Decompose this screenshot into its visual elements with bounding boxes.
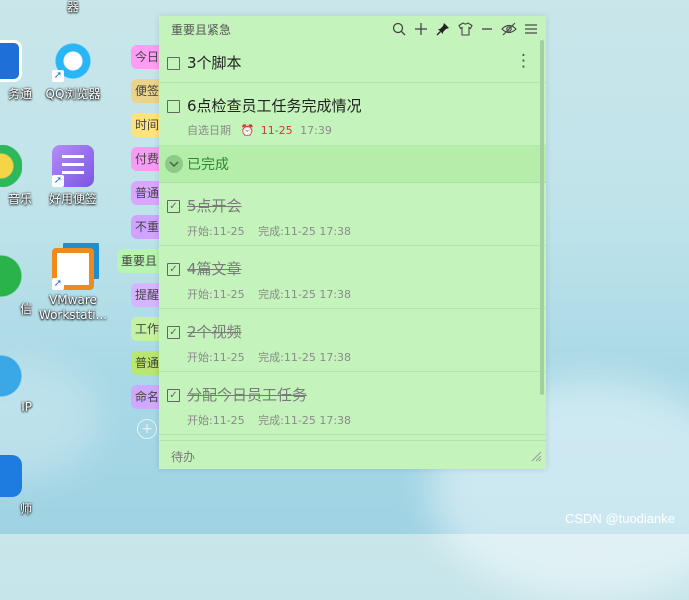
tab-label: 时间	[135, 118, 160, 132]
master-logo-icon	[0, 455, 22, 497]
qq-browser-logo-icon: ➚	[52, 40, 94, 82]
chevron-down-icon[interactable]	[165, 155, 183, 173]
done-item[interactable]: ✓ 分配今日员工任务 开始:11-25 完成:11-25 17:38	[159, 372, 546, 435]
partial-app-icon[interactable]: 务通	[0, 40, 32, 102]
tab-label: 不重	[135, 220, 160, 234]
done-title: 4篇文章	[187, 260, 242, 278]
desktop-icon-label: QQ浏览器	[45, 87, 101, 101]
ip-logo-icon	[0, 355, 22, 397]
alarm-time: 17:39	[300, 124, 332, 137]
desktop-icon-label: 信	[19, 302, 32, 316]
note-footer-label: 待办	[171, 450, 196, 464]
tab-label: 提醒	[135, 288, 160, 302]
done-meta: 开始:11-25 完成:11-25 17:38	[187, 412, 546, 428]
finish-date: 完成:11-25 17:38	[258, 414, 352, 427]
done-checkbox[interactable]: ✓	[167, 263, 180, 276]
custom-date-label[interactable]: 自选日期	[187, 124, 231, 137]
tab-label: 付费	[135, 152, 160, 166]
done-section-label: 已完成	[187, 157, 229, 173]
done-section-header[interactable]: 已完成	[159, 146, 546, 183]
tab-label: 普通	[135, 356, 160, 370]
menu-icon[interactable]	[520, 18, 542, 40]
todo-item[interactable]: 6点检查员工任务完成情况 自选日期 ⏰ 11-25 17:39	[159, 83, 546, 146]
resize-handle-icon[interactable]	[530, 447, 542, 466]
done-meta: 开始:11-25 完成:11-25 17:38	[187, 349, 546, 365]
done-meta: 开始:11-25 完成:11-25 17:38	[187, 223, 546, 239]
haoyong-notes-icon[interactable]: ➚ 好用便签	[42, 145, 104, 207]
plus-icon[interactable]	[410, 18, 432, 40]
start-date: 开始:11-25	[187, 414, 245, 427]
desktop-icon-label: 师	[19, 502, 32, 516]
partial-chat-icon[interactable]: 信	[0, 255, 32, 317]
chat-logo-icon	[0, 255, 22, 297]
todo-title: 3个脚本	[187, 54, 242, 72]
app-logo-icon	[0, 40, 22, 82]
tab-label: 便签	[135, 84, 160, 98]
qq-browser-icon[interactable]: ➚ QQ浏览器	[42, 40, 104, 102]
vmware-icon[interactable]: ➚ VMware Workstati...	[38, 248, 108, 323]
alarm-date: 11-25	[260, 124, 293, 137]
done-checkbox[interactable]: ✓	[167, 326, 180, 339]
todo-checkbox[interactable]	[167, 100, 180, 113]
tab-label: 重要且	[121, 254, 158, 268]
done-title: 5点开会	[187, 197, 242, 215]
search-icon[interactable]	[388, 18, 410, 40]
eye-off-icon[interactable]	[498, 18, 520, 40]
alarm-clock-icon: ⏰	[240, 124, 255, 137]
music-logo-icon	[0, 145, 22, 187]
done-item[interactable]: ✓ 4篇文章 开始:11-25 完成:11-25 17:38	[159, 246, 546, 309]
shortcut-arrow-icon: ➚	[52, 70, 64, 82]
desktop-icon-label: VMware Workstati...	[38, 293, 108, 322]
start-date: 开始:11-25	[187, 288, 245, 301]
partial-music-icon[interactable]: 音乐	[0, 145, 32, 207]
note-window: 重要且紧急 3个脚本 ⋮ 6点检查员工任务完成情况 自选日期 ⏰ 11-25 1…	[159, 16, 546, 469]
desktop-icon-label: 好用便签	[48, 192, 97, 206]
done-checkbox[interactable]: ✓	[167, 200, 180, 213]
add-tab-icon[interactable]: +	[137, 419, 157, 439]
shortcut-arrow-icon: ➚	[52, 175, 64, 187]
pin-icon[interactable]	[432, 18, 454, 40]
finish-date: 完成:11-25 17:38	[258, 288, 352, 301]
done-item[interactable]: ✓ 2个视频 开始:11-25 完成:11-25 17:38	[159, 309, 546, 372]
shirt-icon[interactable]	[454, 18, 476, 40]
start-date: 开始:11-25	[187, 351, 245, 364]
scrollbar[interactable]	[540, 40, 544, 395]
note-header: 重要且紧急	[159, 16, 546, 42]
desktop-icon-label: 音乐	[7, 192, 32, 206]
todo-title: 6点检查员工任务完成情况	[187, 97, 362, 115]
todo-meta: 自选日期 ⏰ 11-25 17:39	[187, 122, 546, 138]
partial-top-icon[interactable]: 器	[42, 0, 104, 18]
start-date: 开始:11-25	[187, 225, 245, 238]
notes-logo-icon: ➚	[52, 145, 94, 187]
tab-label: 普通	[135, 186, 160, 200]
desktop-icon-label: IP	[21, 400, 32, 414]
tab-label: 工作	[135, 322, 160, 336]
done-title: 2个视频	[187, 323, 242, 341]
partial-master-icon[interactable]: 师	[0, 455, 32, 517]
todo-item[interactable]: 3个脚本 ⋮	[159, 42, 546, 83]
vmware-logo-icon: ➚	[52, 248, 94, 290]
footer-divider	[159, 440, 546, 441]
tab-label: 命名	[135, 390, 160, 404]
done-checkbox[interactable]: ✓	[167, 389, 180, 402]
watermark: CSDN @tuodianke	[564, 511, 675, 526]
done-title: 分配今日员工任务	[187, 386, 308, 404]
more-options-icon[interactable]: ⋮	[515, 51, 532, 71]
partial-top-label: 器	[66, 0, 79, 14]
done-item[interactable]: ✓ 5点开会 开始:11-25 完成:11-25 17:38	[159, 183, 546, 246]
tab-label: 今日	[135, 50, 160, 64]
partial-ip-icon[interactable]: IP	[0, 355, 32, 414]
desktop-icon-label: 务通	[7, 87, 32, 101]
minimize-icon[interactable]	[476, 18, 498, 40]
finish-date: 完成:11-25 17:38	[258, 225, 352, 238]
shortcut-arrow-icon: ➚	[52, 278, 64, 290]
done-meta: 开始:11-25 完成:11-25 17:38	[187, 286, 546, 302]
todo-checkbox[interactable]	[167, 57, 180, 70]
finish-date: 完成:11-25 17:38	[258, 351, 352, 364]
note-title: 重要且紧急	[171, 22, 232, 37]
